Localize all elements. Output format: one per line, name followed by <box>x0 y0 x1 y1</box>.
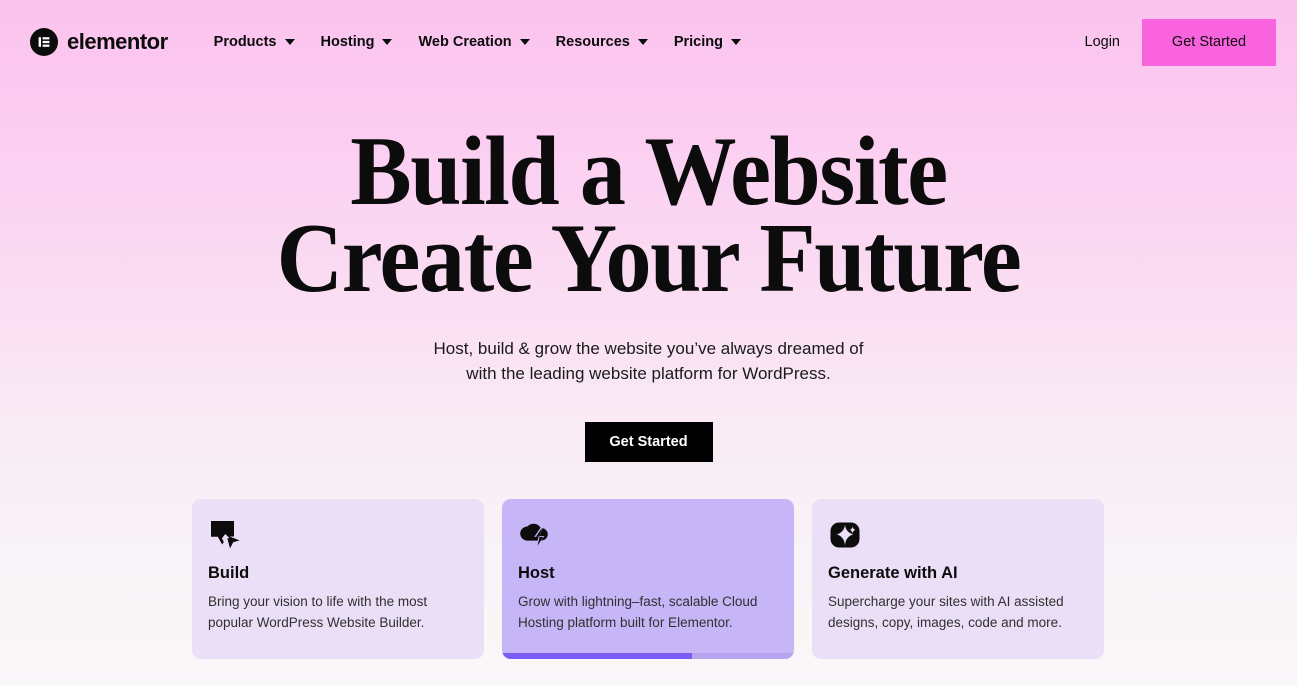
nav-item-resources[interactable]: Resources <box>543 28 661 56</box>
feature-card-title: Build <box>208 564 250 582</box>
nav-item-label: Hosting <box>320 34 375 50</box>
hero-subtitle-line-2: with the leading website platform for Wo… <box>466 364 831 384</box>
feature-card-desc-line-2: popular WordPress Website Builder. <box>208 614 425 630</box>
feature-cards: Build Bring your vision to life with the… <box>192 499 1106 659</box>
feature-card-description: Grow with lightning–fast, scalable Cloud… <box>518 592 778 633</box>
feature-card-desc-line-1: Supercharge your sites with AI assisted <box>828 594 1064 609</box>
hero-subtitle: Host, build & grow the website you’ve al… <box>0 336 1297 386</box>
chevron-down-icon <box>730 39 741 45</box>
hero-get-started-button[interactable]: Get Started <box>584 421 713 462</box>
nav-item-label: Pricing <box>673 34 723 50</box>
card-progress-track <box>502 653 794 659</box>
chevron-down-icon <box>637 39 648 45</box>
cursor-square-icon <box>208 518 242 552</box>
feature-card-description: Bring your vision to life with the most … <box>208 592 468 633</box>
nav-item-label: Products <box>213 34 277 50</box>
feature-card-desc-line-1: Bring your vision to life with the most <box>208 594 428 609</box>
hero-cta-wrapper: Get Started <box>0 421 1297 462</box>
chevron-down-icon <box>382 39 393 45</box>
main-nav: Products Hosting Web Creation Resources … <box>201 28 754 56</box>
feature-card-title: Generate with AI <box>828 564 958 582</box>
hero-subtitle-line-1: Host, build & grow the website you’ve al… <box>433 339 864 359</box>
nav-item-label: Resources <box>555 34 630 50</box>
nav-item-products[interactable]: Products <box>201 28 308 56</box>
nav-item-hosting[interactable]: Hosting <box>308 28 406 56</box>
header-actions: Login Get Started <box>1085 0 1297 84</box>
feature-card-host[interactable]: Host Grow with lightning–fast, scalable … <box>502 499 794 659</box>
site-header: elementor Products Hosting Web Creation … <box>0 0 1297 84</box>
hero-title: Build a Website Create Your Future <box>45 84 1251 314</box>
feature-card-desc-line-2: designs, copy, images, code and more. <box>828 614 1062 630</box>
feature-card-title: Host <box>518 564 555 582</box>
hero-title-line-2: Create Your Future <box>276 204 1022 314</box>
hero-section: Build a Website Create Your Future Host,… <box>0 84 1297 462</box>
feature-card-desc-line-1: Grow with lightning–fast, scalable Cloud <box>518 594 758 609</box>
nav-item-web-creation[interactable]: Web Creation <box>405 28 542 56</box>
feature-card-generate-with-ai[interactable]: Generate with AI Supercharge your sites … <box>812 499 1104 659</box>
elementor-logo-text: elementor <box>67 29 168 54</box>
cloud-lightning-icon <box>518 518 552 552</box>
feature-card-build[interactable]: Build Bring your vision to life with the… <box>192 499 484 659</box>
login-link[interactable]: Login <box>1085 34 1120 50</box>
card-progress-fill <box>502 653 692 659</box>
feature-card-desc-line-2: Hosting platform built for Elementor. <box>518 614 733 630</box>
nav-item-label: Web Creation <box>418 34 512 50</box>
ai-sparkle-icon <box>828 518 862 552</box>
header-get-started-button[interactable]: Get Started <box>1142 18 1276 66</box>
nav-item-pricing[interactable]: Pricing <box>661 28 754 56</box>
elementor-logo[interactable]: elementor <box>30 28 168 56</box>
chevron-down-icon <box>519 39 530 45</box>
chevron-down-icon <box>284 39 295 45</box>
elementor-logo-icon <box>30 28 58 56</box>
page-root: elementor Products Hosting Web Creation … <box>0 0 1297 686</box>
feature-card-description: Supercharge your sites with AI assisted … <box>828 592 1088 633</box>
